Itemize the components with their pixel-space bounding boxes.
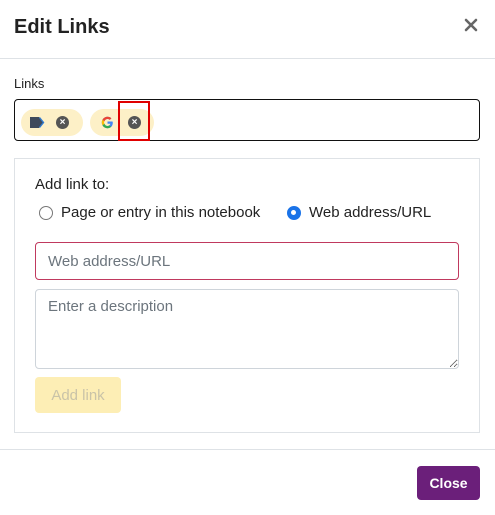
radio-button-selected[interactable]: [287, 205, 301, 220]
close-button[interactable]: Close: [417, 466, 480, 500]
add-link-heading: Add link to:: [35, 176, 110, 193]
dialog-title: Edit Links: [14, 16, 110, 38]
radio-label: Web address/URL: [309, 204, 432, 221]
edit-links-dialog: Edit Links Links × × Add link to: Page o…: [0, 0, 495, 515]
page-link-icon: [30, 117, 45, 128]
url-input[interactable]: [35, 242, 459, 280]
radio-notebook-page[interactable]: Page or entry in this notebook: [39, 204, 260, 221]
radio-web-url[interactable]: Web address/URL: [287, 204, 431, 221]
dialog-header: Edit Links: [0, 0, 495, 59]
remove-icon[interactable]: ×: [56, 116, 69, 129]
links-label: Links: [14, 76, 45, 91]
footer-divider: [0, 449, 495, 450]
links-field[interactable]: × ×: [14, 99, 480, 141]
close-icon[interactable]: [463, 15, 479, 35]
add-link-button[interactable]: Add link: [35, 377, 121, 413]
highlight-box: [118, 101, 150, 141]
radio-label: Page or entry in this notebook: [61, 204, 261, 221]
link-chip-page[interactable]: ×: [21, 109, 83, 136]
description-input[interactable]: [35, 289, 459, 369]
add-link-panel: Add link to: Page or entry in this noteb…: [14, 158, 480, 433]
radio-button[interactable]: [39, 205, 53, 220]
google-icon: [101, 116, 113, 129]
